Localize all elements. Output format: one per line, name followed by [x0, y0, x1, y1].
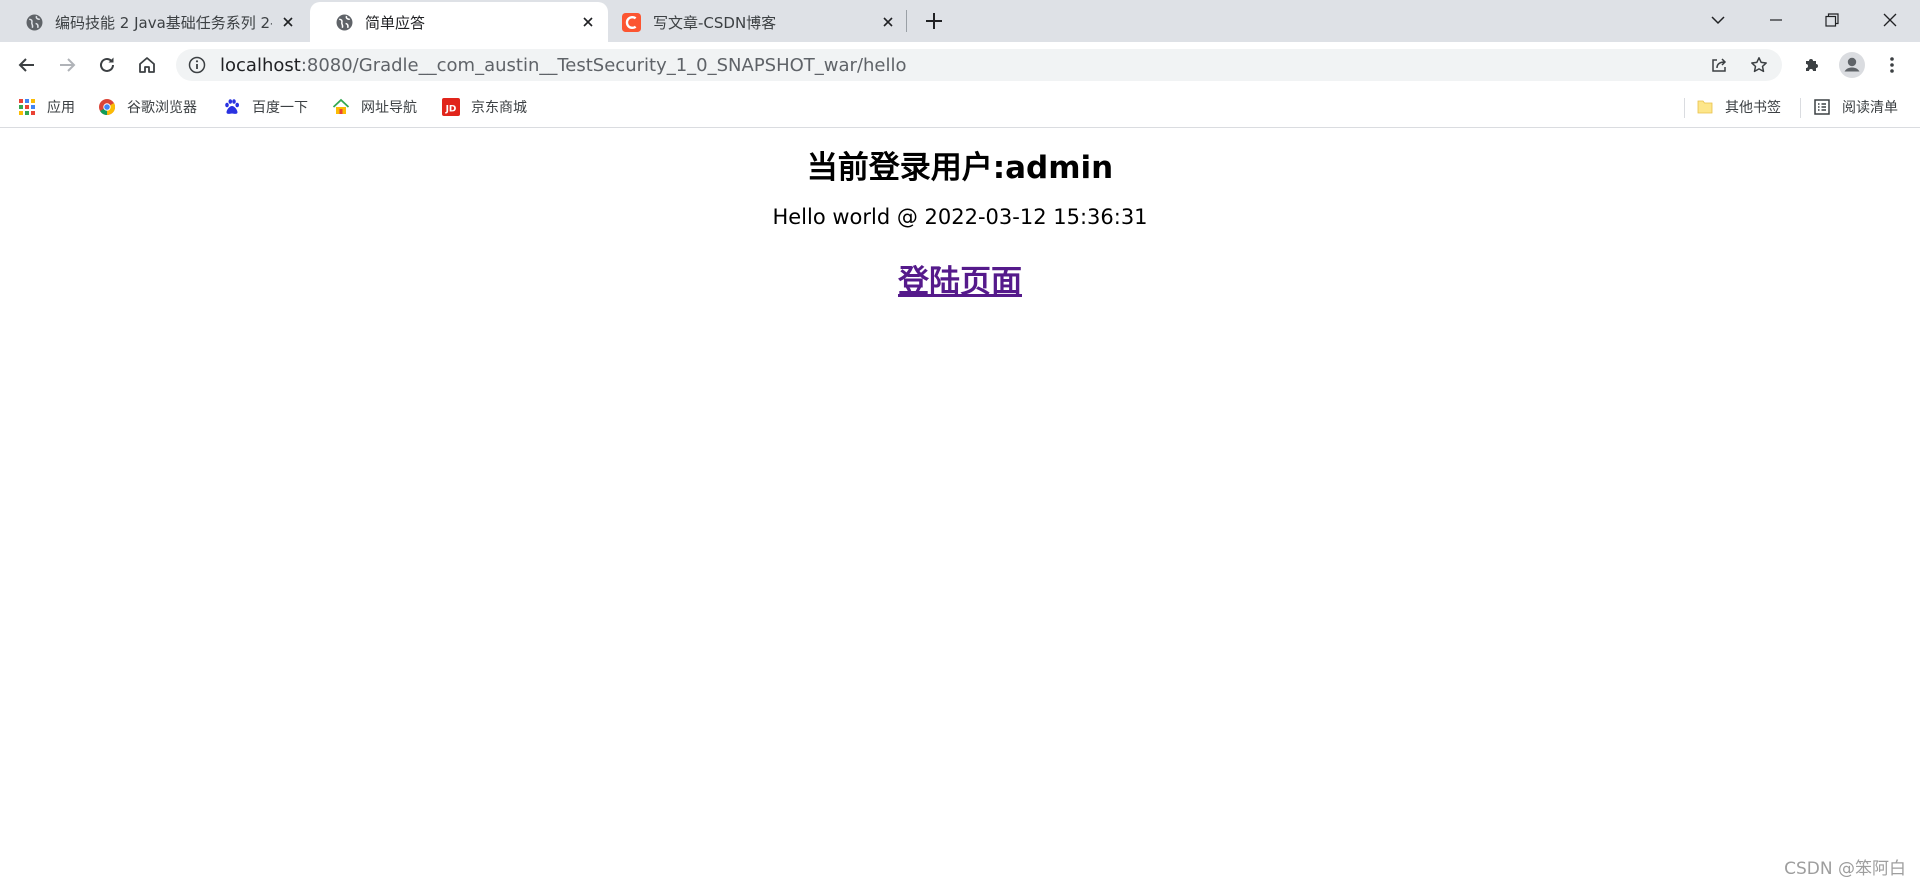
hello-message: Hello world @ 2022-03-12 15:36:31: [772, 205, 1148, 229]
url-host: localhost: [220, 54, 301, 76]
baidu-paw-icon: [225, 99, 239, 114]
address-bar[interactable]: localhost:8080/Gradle__com_austin__TestS…: [176, 49, 1782, 81]
back-button[interactable]: [13, 51, 41, 79]
avatar-icon: [1839, 52, 1865, 78]
login-page-heading: 登陆页面: [0, 256, 1920, 301]
tab-title: 写文章-CSDN博客: [653, 13, 777, 32]
home-nav-icon: [332, 98, 350, 114]
arrow-left-icon: [18, 58, 34, 72]
watermark: CSDN @笨阿白: [1784, 859, 1906, 879]
profile-button[interactable]: [1838, 51, 1866, 79]
tab-csdn-write[interactable]: 写文章-CSDN博客: [610, 2, 908, 42]
close-tab-icon[interactable]: [880, 14, 896, 30]
chrome-icon: [99, 99, 116, 116]
star-bookmark-icon[interactable]: [1750, 56, 1768, 74]
reload-icon: [100, 57, 114, 72]
extensions-button[interactable]: [1798, 51, 1826, 79]
url-path: :8080/Gradle__com_austin__TestSecurity_1…: [300, 54, 907, 76]
bookmark-label: 应用: [47, 100, 75, 116]
reload-button[interactable]: [93, 51, 121, 79]
close-icon: [1883, 13, 1897, 27]
close-tab-icon[interactable]: [580, 14, 596, 30]
page-content: 当前登录用户:admin Hello world @ 2022-03-12 15…: [0, 128, 1920, 883]
tab-strip: 编码技能 2 Java基础任务系列 2- 简单应答 写文章-CSDN博客: [0, 0, 1920, 42]
bookmark-nav[interactable]: 网址导航: [332, 97, 417, 117]
bookmark-chrome[interactable]: 谷歌浏览器: [98, 97, 197, 117]
chevron-down-icon: [1711, 16, 1725, 25]
current-user-heading: 当前登录用户:admin: [806, 150, 1114, 186]
new-tab-icon[interactable]: [922, 9, 946, 33]
reading-list[interactable]: 阅读清单: [1813, 97, 1898, 117]
tab-title: 简单应答: [365, 13, 426, 32]
globe-icon: [336, 14, 353, 30]
close-tab-icon[interactable]: [280, 14, 296, 30]
tab-java-basics[interactable]: 编码技能 2 Java基础任务系列 2-: [0, 2, 308, 42]
restore-button[interactable]: [1806, 0, 1858, 40]
other-bookmarks[interactable]: 其他书签: [1696, 97, 1781, 117]
menu-button[interactable]: [1878, 51, 1906, 79]
svg-text:JD: JD: [445, 104, 457, 114]
home-button[interactable]: [133, 51, 161, 79]
minimize-button[interactable]: [1750, 0, 1802, 40]
reading-list-icon: [1814, 99, 1830, 115]
tab-title: 编码技能 2 Java基础任务系列 2-: [55, 13, 272, 32]
minimize-icon: [1770, 19, 1782, 21]
site-info-icon[interactable]: [188, 56, 206, 74]
reading-list-label: 阅读清单: [1842, 100, 1898, 116]
globe-icon: [26, 14, 43, 30]
share-icon[interactable]: [1710, 56, 1728, 74]
bookmark-label: 网址导航: [361, 100, 417, 116]
tab-search-button[interactable]: [1692, 0, 1744, 40]
kebab-menu-icon: [1890, 57, 1894, 73]
other-bookmarks-label: 其他书签: [1725, 100, 1781, 116]
bookmark-label: 谷歌浏览器: [127, 100, 197, 116]
bookmarks-bar: 应用 谷歌浏览器 百度一下 网址导航 JD 京东商城 其他书签 阅读清单: [0, 88, 1920, 128]
arrow-right-icon: [60, 58, 76, 72]
bookmark-baidu[interactable]: 百度一下: [223, 97, 308, 117]
bookmarks-divider: [1800, 98, 1801, 118]
restore-icon: [1825, 13, 1839, 27]
login-page-link[interactable]: 登陆页面: [898, 264, 1022, 300]
url-text[interactable]: localhost:8080/Gradle__com_austin__TestS…: [220, 55, 1710, 76]
tab-separator: [906, 10, 907, 32]
apps-grid-icon: [19, 99, 35, 115]
bookmark-jd[interactable]: JD 京东商城: [442, 97, 527, 117]
tab-simple-response[interactable]: 简单应答: [310, 2, 608, 42]
forward-button[interactable]: [53, 51, 81, 79]
jd-logo-icon: JD: [442, 98, 460, 116]
bookmark-label: 京东商城: [471, 100, 527, 116]
csdn-logo-icon: [622, 12, 641, 32]
bookmark-label: 百度一下: [252, 100, 308, 116]
puzzle-icon: [1806, 59, 1818, 71]
browser-toolbar: localhost:8080/Gradle__com_austin__TestS…: [0, 42, 1920, 88]
folder-icon: [1697, 100, 1713, 114]
bookmark-apps[interactable]: 应用: [18, 97, 75, 117]
close-window-button[interactable]: [1864, 0, 1916, 40]
bookmarks-divider: [1684, 98, 1685, 118]
home-icon: [139, 57, 155, 73]
